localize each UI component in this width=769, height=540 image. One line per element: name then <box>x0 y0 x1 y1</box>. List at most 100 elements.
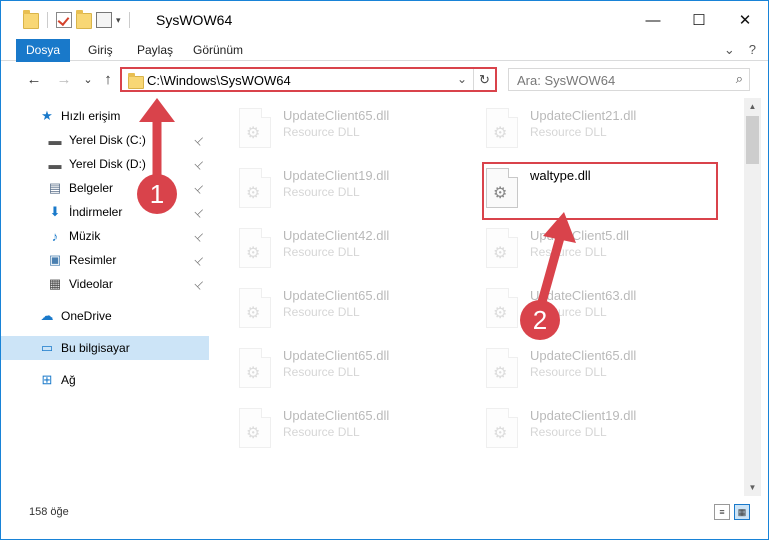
search-input[interactable]: Ara: SysWOW64 ⌕ <box>508 68 750 91</box>
gear-icon: ⚙ <box>246 425 261 442</box>
recent-locations-button[interactable]: ⌄ <box>77 68 99 90</box>
pin-icon[interactable]: ⊥ <box>192 156 208 172</box>
properties-check-icon[interactable] <box>56 12 72 28</box>
maximize-button[interactable]: ☐ <box>676 1 722 39</box>
file-item[interactable]: ⚙ UpdateClient21.dll Resource DLL <box>464 100 694 152</box>
explorer-window: ▾ SysWOW64 — ☐ ✕ Dosya Giriş Paylaş Görü… <box>0 0 769 540</box>
address-row: ← → ⌄ ↑ C:\Windows\SysWOW64 ⌄ ↻ Ara: Sys… <box>1 62 768 98</box>
file-item[interactable]: ⚙ UpdateClient19.dll Resource DLL <box>464 400 694 452</box>
nav-item[interactable]: ⬇ İndirmeler ⊥ <box>1 200 209 224</box>
back-button[interactable]: ← <box>23 68 45 90</box>
nav-item[interactable]: ▦ Videolar ⊥ <box>1 272 209 296</box>
gear-icon: ⚙ <box>246 365 261 382</box>
dll-file-icon: ⚙ <box>239 168 271 208</box>
dll-file-icon: ⚙ <box>239 108 271 148</box>
step-badge-2: 2 <box>520 300 560 340</box>
status-bar: 158 öğe ≡ ▦ <box>1 501 768 525</box>
drive-icon: ▬ <box>48 156 62 172</box>
file-item[interactable]: ⚙ UpdateClient19.dll Resource DLL <box>217 160 447 212</box>
file-name: UpdateClient65.dll <box>283 108 390 123</box>
pin-icon[interactable]: ⊥ <box>192 204 208 220</box>
nav-item-label: Yerel Disk (C:) <box>69 133 146 147</box>
scroll-down-icon[interactable]: ▼ <box>744 479 761 496</box>
gear-icon: ⚙ <box>246 125 261 142</box>
file-type: Resource DLL <box>283 365 360 379</box>
scroll-up-icon[interactable]: ▲ <box>744 98 761 115</box>
dll-file-icon: ⚙ <box>239 288 271 328</box>
dll-file-icon: ⚙ <box>239 228 271 268</box>
expand-ribbon-icon[interactable]: ⌄ <box>724 42 735 58</box>
search-icon[interactable]: ⌕ <box>736 71 743 87</box>
computer-icon: ▭ <box>40 340 54 355</box>
nav-item[interactable]: ▬ Yerel Disk (C:) ⊥ <box>1 128 209 152</box>
gear-icon: ⚙ <box>493 365 508 382</box>
nav-item[interactable]: ▭ Bu bilgisayar <box>1 336 209 360</box>
file-item[interactable]: ⚙ UpdateClient42.dll Resource DLL <box>217 220 447 272</box>
step-badge-1: 1 <box>137 174 177 214</box>
ribbon-tabs: Dosya Giriş Paylaş Görünüm ⌄ ? <box>1 39 768 91</box>
nav-item-label: Resimler <box>69 253 117 267</box>
pin-icon[interactable]: ⊥ <box>192 228 208 244</box>
file-type: Resource DLL <box>530 425 607 439</box>
gear-icon: ⚙ <box>246 185 261 202</box>
folder-icon[interactable] <box>23 10 39 29</box>
file-name: UpdateClient65.dll <box>283 348 390 363</box>
file-type: Resource DLL <box>530 125 607 139</box>
documents-icon: ▤ <box>48 180 62 195</box>
minimize-button[interactable]: — <box>630 1 676 39</box>
tab-home[interactable]: Giriş <box>76 39 125 61</box>
chevron-down-icon[interactable]: ⌄ <box>457 72 467 86</box>
nav-item[interactable]: ⊞ Ağ <box>1 368 209 392</box>
file-type: Resource DLL <box>530 365 607 379</box>
file-item[interactable]: ⚙ UpdateClient65.dll Resource DLL <box>464 340 694 392</box>
address-bar[interactable]: C:\Windows\SysWOW64 ⌄ ↻ <box>120 67 497 92</box>
file-name: UpdateClient5.dll <box>530 228 630 243</box>
gear-icon: ⚙ <box>493 125 508 142</box>
gear-icon: ⚙ <box>493 305 508 322</box>
file-item[interactable]: ⚙ UpdateClient65.dll Resource DLL <box>217 340 447 392</box>
file-name: UpdateClient21.dll <box>530 108 637 123</box>
pin-icon[interactable]: ⊥ <box>192 252 208 268</box>
file-item[interactable]: ⚙ UpdateClient65.dll Resource DLL <box>217 400 447 452</box>
close-button[interactable]: ✕ <box>722 1 768 39</box>
address-path[interactable]: C:\Windows\SysWOW64 <box>147 73 291 88</box>
properties-icon[interactable] <box>96 12 112 28</box>
file-item[interactable]: ⚙ UpdateClient65.dll Resource DLL <box>217 100 447 152</box>
file-item[interactable]: ⚙ UpdateClient63.dll Resource DLL <box>464 280 694 332</box>
file-item[interactable]: ⚙ UpdateClient65.dll Resource DLL <box>217 280 447 332</box>
pin-icon[interactable]: ⊥ <box>192 132 208 148</box>
file-type: Resource DLL <box>530 245 607 259</box>
file-list: ⚙ UpdateClient65.dll Resource DLL ⚙ UpdateCl… <box>217 98 744 496</box>
nav-item[interactable]: ▬ Yerel Disk (D:) ⊥ <box>1 152 209 176</box>
tab-view[interactable]: Görünüm <box>181 39 255 61</box>
pin-icon[interactable]: ⊥ <box>192 180 208 196</box>
file-type: Resource DLL <box>283 425 360 439</box>
pictures-icon: ▣ <box>48 252 62 267</box>
nav-item[interactable]: ★ Hızlı erişim <box>1 104 209 128</box>
dll-file-icon: ⚙ <box>239 348 271 388</box>
folder-icon <box>128 73 144 89</box>
nav-item[interactable]: ▤ Belgeler ⊥ <box>1 176 209 200</box>
nav-item[interactable]: ☁ OneDrive <box>1 304 209 328</box>
file-name: UpdateClient19.dll <box>283 168 390 183</box>
scrollbar-thumb[interactable] <box>746 116 759 164</box>
gear-icon: ⚙ <box>246 305 261 322</box>
new-folder-icon[interactable] <box>76 10 92 29</box>
forward-button[interactable]: → <box>53 68 75 90</box>
highlight-box <box>482 162 718 220</box>
nav-item[interactable]: ▣ Resimler ⊥ <box>1 248 209 272</box>
refresh-button[interactable]: ↻ <box>473 69 495 90</box>
nav-item[interactable]: ♪ Müzik ⊥ <box>1 224 209 248</box>
download-icon: ⬇ <box>49 204 61 219</box>
help-icon[interactable]: ? <box>749 42 756 58</box>
pin-icon[interactable]: ⊥ <box>192 276 208 292</box>
search-placeholder: Ara: SysWOW64 <box>517 73 616 88</box>
vertical-scrollbar[interactable]: ▲ ▼ <box>744 98 761 496</box>
chevron-down-icon[interactable]: ▾ <box>116 15 121 26</box>
up-button[interactable]: ↑ <box>97 68 119 90</box>
file-item[interactable]: ⚙ UpdateClient5.dll Resource DLL <box>464 220 694 272</box>
details-view-icon[interactable]: ≡ <box>714 504 730 520</box>
tab-share[interactable]: Paylaş <box>125 39 185 61</box>
large-icons-view-icon[interactable]: ▦ <box>734 504 750 520</box>
navigation-pane: ★ Hızlı erişim ▬ Yerel Disk (C:) ⊥ ▬ Yerel Dis… <box>1 98 214 496</box>
